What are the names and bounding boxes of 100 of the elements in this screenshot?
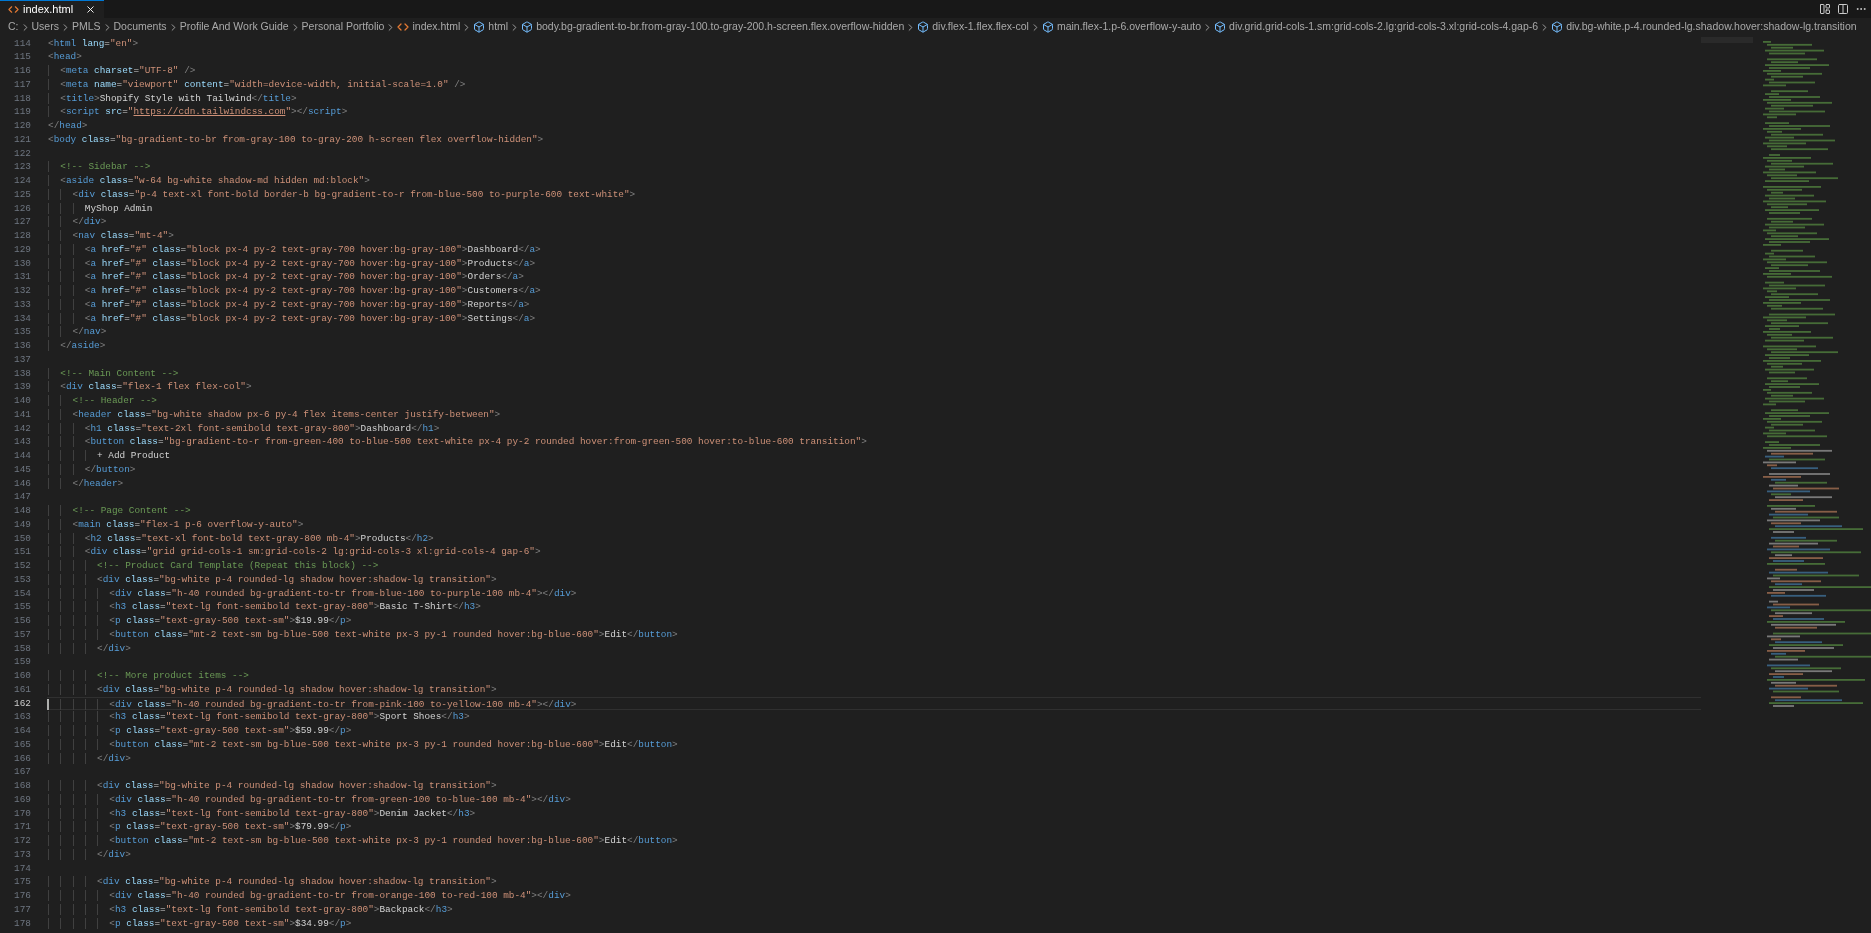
line-number: 151 bbox=[14, 546, 31, 558]
split-editor-icon[interactable] bbox=[1837, 3, 1849, 15]
breadcrumb-item[interactable]: Personal Portfolio bbox=[301, 19, 385, 36]
line-number: 128 bbox=[14, 230, 31, 242]
breadcrumb-item[interactable]: Documents bbox=[113, 19, 167, 36]
code-line: <header class="bg-white shadow px-6 py-4 flex items-center justify-between"> bbox=[48, 408, 501, 420]
code-line: <!-- Header --> bbox=[48, 395, 157, 407]
code-line: <h2 class="text-xl font-bold text-gray-800 mb-4">Products</h2> bbox=[48, 532, 434, 544]
breadcrumb-item[interactable]: main.flex-1.p-6.overflow-y-auto bbox=[1041, 19, 1202, 36]
code-line: <div class="bg-white p-4 rounded-lg shadow hover:shadow-lg transition"> bbox=[48, 573, 497, 585]
editor-tab[interactable]: index.html bbox=[0, 0, 105, 18]
code-line: </div> bbox=[48, 216, 107, 228]
line-number: 139 bbox=[14, 381, 31, 393]
code-line: </aside> bbox=[48, 340, 106, 352]
line-number: 144 bbox=[14, 450, 31, 462]
text-cursor bbox=[47, 698, 49, 710]
line-number: 174 bbox=[14, 862, 31, 874]
code-line: <a href="#" class="block px-4 py-2 text-gray-700 hover:bg-gray-100">Products</a> bbox=[48, 257, 536, 269]
line-number: 164 bbox=[14, 725, 31, 737]
breadcrumb-item[interactable]: html bbox=[473, 19, 509, 36]
line-number: 134 bbox=[14, 312, 31, 324]
line-number: 149 bbox=[14, 518, 31, 530]
code-line: <div class="bg-white p-4 rounded-lg shadow hover:shadow-lg transition"> bbox=[48, 876, 497, 888]
line-number: 161 bbox=[14, 683, 31, 695]
line-number: 135 bbox=[14, 326, 31, 338]
line-number: 124 bbox=[14, 175, 31, 187]
line-number: 142 bbox=[14, 422, 31, 434]
code-line: <div class="h-40 rounded bg-gradient-to-tr from-pink-100 to-yellow-100 mb-4"></div> bbox=[48, 698, 577, 710]
line-number: 138 bbox=[14, 367, 31, 379]
code-line: <div class="h-40 rounded bg-gradient-to-tr from-orange-100 to-red-100 mb-4"></div> bbox=[48, 890, 571, 902]
line-number: 166 bbox=[14, 752, 31, 764]
code-line: <!-- More product items --> bbox=[48, 670, 249, 682]
breadcrumb-item[interactable]: div.bg-white.p-4.rounded-lg.shadow.hover:shadow-lg.transition bbox=[1551, 19, 1857, 36]
code-line: <p class="text-gray-500 text-sm">$19.99</p> bbox=[48, 615, 352, 627]
code-line: <button class="mt-2 text-sm bg-blue-500 text-white px-3 py-1 rounded hover:bg-blue-600">Edit</button> bbox=[48, 628, 678, 640]
code-line: </button> bbox=[48, 463, 136, 475]
code-line: <a href="#" class="block px-4 py-2 text-gray-700 hover:bg-gray-100">Dashboard</a> bbox=[48, 243, 541, 255]
line-number: 163 bbox=[14, 711, 31, 723]
line-number: 122 bbox=[14, 147, 31, 159]
line-number: 148 bbox=[14, 505, 31, 517]
line-number: 123 bbox=[14, 161, 31, 173]
line-number: 157 bbox=[14, 628, 31, 640]
breadcrumb-item[interactable]: div.grid.grid-cols-1.sm:grid-cols-2.lg:grid-cols-3.xl:grid-cols-4.gap-6 bbox=[1214, 19, 1539, 36]
line-number: 129 bbox=[14, 243, 31, 255]
html-file-icon bbox=[8, 4, 19, 15]
code-line: </header> bbox=[48, 477, 124, 489]
line-number: 118 bbox=[14, 92, 31, 104]
line-number: 152 bbox=[14, 560, 31, 572]
line-number: 173 bbox=[14, 848, 31, 860]
line-number: 160 bbox=[14, 670, 31, 682]
line-number: 170 bbox=[14, 807, 31, 819]
line-number: 147 bbox=[14, 491, 31, 503]
code-line: <a href="#" class="block px-4 py-2 text-gray-700 hover:bg-gray-100">Reports</a> bbox=[48, 298, 530, 310]
cube-icon bbox=[1551, 21, 1564, 34]
code-line: <h3 class="text-lg font-semibold text-gray-800">Basic T-Shirt</h3> bbox=[48, 601, 481, 613]
line-number: 169 bbox=[14, 793, 31, 805]
breadcrumb-item[interactable]: Users bbox=[31, 19, 59, 36]
line-number: 175 bbox=[14, 876, 31, 888]
line-number: 131 bbox=[14, 271, 31, 283]
code-line: <a href="#" class="block px-4 py-2 text-gray-700 hover:bg-gray-100">Settings</a> bbox=[48, 312, 536, 324]
line-number: 156 bbox=[14, 615, 31, 627]
code-line: <div class="bg-white p-4 rounded-lg shadow hover:shadow-lg transition"> bbox=[48, 683, 497, 695]
breadcrumb-item[interactable]: index.html bbox=[397, 19, 461, 36]
code-line: <button class="mt-2 text-sm bg-blue-500 text-white px-3 py-1 rounded hover:bg-blue-600">Edit</button> bbox=[48, 738, 678, 750]
code-line: <aside class="w-64 bg-white shadow-md hidden md:block"> bbox=[48, 175, 370, 187]
code-line: <p class="text-gray-500 text-sm">$59.99</p> bbox=[48, 725, 352, 737]
line-number: 155 bbox=[14, 601, 31, 613]
line-number: 153 bbox=[14, 573, 31, 585]
line-number: 171 bbox=[14, 821, 31, 833]
line-number: 141 bbox=[14, 408, 31, 420]
code-line: <div class="h-40 rounded bg-gradient-to-tr from-blue-100 to-purple-100 mb-4"></div> bbox=[48, 587, 577, 599]
code-line: + Add Product bbox=[48, 450, 171, 462]
code-line: <a href="#" class="block px-4 py-2 text-gray-700 hover:bg-gray-100">Orders</a> bbox=[48, 271, 524, 283]
layout-icon[interactable] bbox=[1819, 3, 1831, 15]
close-icon[interactable] bbox=[85, 4, 97, 15]
code-line: <div class="p-4 text-xl font-bold border-b bg-gradient-to-r from-blue-500 to-purple-600 text-white"> bbox=[48, 188, 636, 200]
code-line: <head> bbox=[48, 51, 82, 63]
code-line: <a href="#" class="block px-4 py-2 text-gray-700 hover:bg-gray-100">Customers</a> bbox=[48, 285, 541, 297]
code-line: <p class="text-gray-500 text-sm">$79.99</p> bbox=[48, 821, 352, 833]
code-line: <!-- Main Content --> bbox=[48, 367, 179, 379]
code-line: <button class="bg-gradient-to-r from-green-400 to-blue-500 text-white px-4 py-2 rounded hover:from-green-500 hover:to-blue-600 transition"> bbox=[48, 436, 867, 448]
line-number: 116 bbox=[14, 65, 31, 77]
breadcrumb-item[interactable]: div.flex-1.flex.flex-col bbox=[917, 19, 1029, 36]
code-line: </div> bbox=[48, 848, 131, 860]
breadcrumb-item[interactable]: Profile And Work Guide bbox=[179, 19, 289, 36]
breadcrumb-item[interactable]: PMLS bbox=[71, 19, 101, 36]
breadcrumb-item[interactable]: C: bbox=[8, 19, 19, 36]
line-number: 133 bbox=[14, 298, 31, 310]
line-number: 168 bbox=[14, 780, 31, 792]
code-line: </div> bbox=[48, 752, 131, 764]
code-line: </div> bbox=[48, 642, 131, 654]
line-number: 132 bbox=[14, 285, 31, 297]
line-number: 172 bbox=[14, 835, 31, 847]
line-number: 140 bbox=[14, 395, 31, 407]
code-line: <!-- Sidebar --> bbox=[48, 161, 151, 173]
line-number: 143 bbox=[14, 436, 31, 448]
code-line: <html lang="en"> bbox=[48, 37, 139, 49]
code-line: <script src="https://cdn.tailwindcss.com"></script> bbox=[48, 106, 348, 118]
breadcrumb-item[interactable]: body.bg-gradient-to-br.from-gray-100.to-gray-200.h-screen.flex.overflow-hidden bbox=[521, 19, 905, 36]
line-number: 121 bbox=[14, 133, 31, 145]
